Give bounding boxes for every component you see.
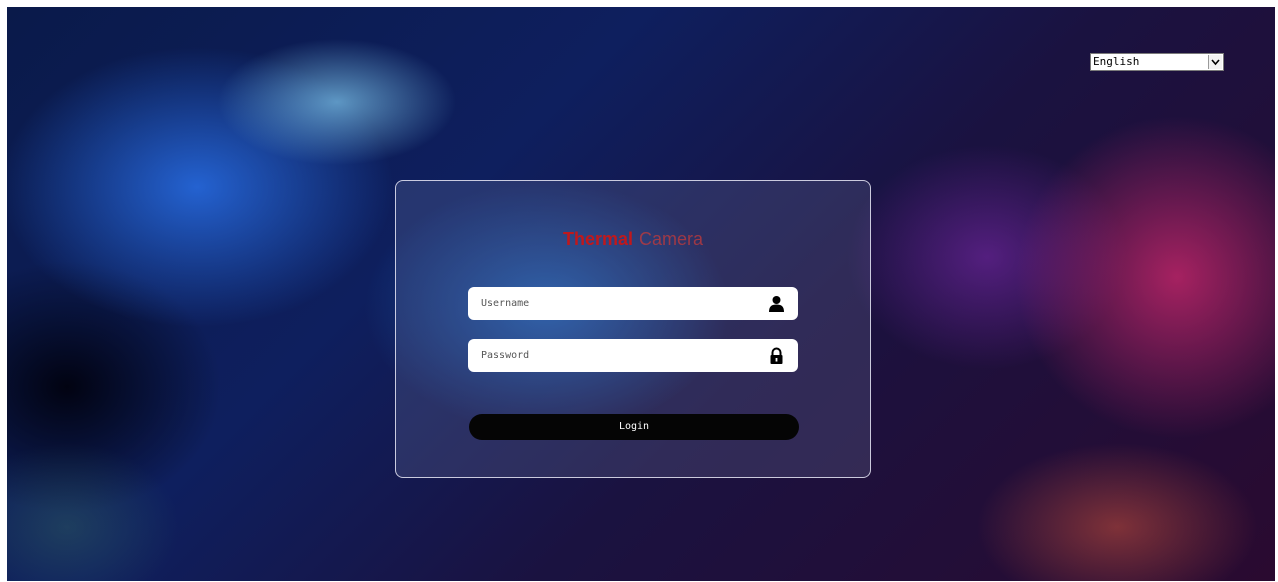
background: English Thermal Camera Username Password bbox=[7, 7, 1275, 581]
login-card: Thermal Camera Username Password Login bbox=[395, 180, 871, 478]
password-field[interactable]: Password bbox=[468, 339, 798, 372]
username-placeholder: Username bbox=[481, 298, 530, 309]
chevron-down-icon bbox=[1208, 55, 1222, 69]
language-selected-value: English bbox=[1093, 55, 1140, 68]
language-select[interactable]: English bbox=[1090, 53, 1224, 71]
brand-primary: Thermal bbox=[562, 229, 633, 249]
brand-title: Thermal Camera bbox=[396, 229, 870, 250]
login-button[interactable]: Login bbox=[469, 414, 799, 440]
username-field[interactable]: Username bbox=[468, 287, 798, 320]
user-icon bbox=[768, 295, 785, 312]
lock-icon bbox=[768, 347, 785, 364]
password-placeholder: Password bbox=[481, 350, 530, 361]
brand-secondary: Camera bbox=[639, 229, 704, 249]
